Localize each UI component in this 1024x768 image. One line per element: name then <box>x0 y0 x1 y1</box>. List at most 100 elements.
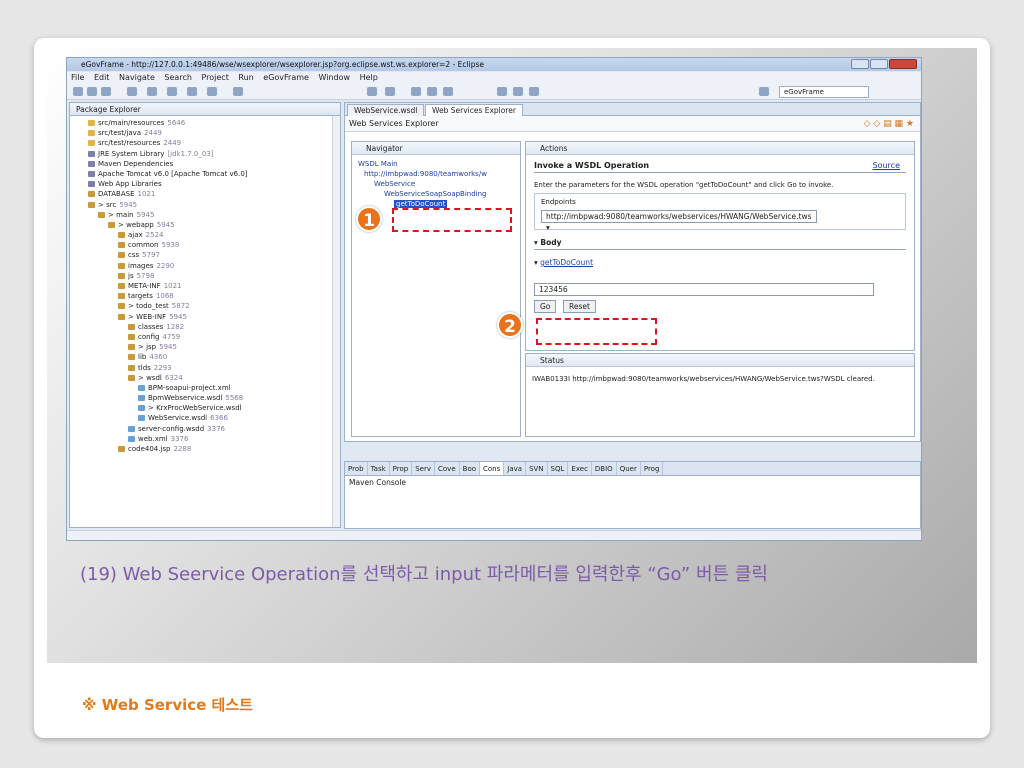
tree-item-label: js <box>128 271 134 280</box>
tree-item[interactable]: images 2290 <box>70 261 340 271</box>
view-tab-svn[interactable]: SVN <box>526 462 548 475</box>
menu-window[interactable]: Window <box>319 73 351 82</box>
search-icon[interactable] <box>233 87 243 96</box>
tree-item[interactable]: js 5798 <box>70 271 340 281</box>
tree-item[interactable]: config 4759 <box>70 332 340 342</box>
endpoint-select[interactable]: http://imbpwad:9080/teamworks/webservice… <box>541 210 817 232</box>
operation-link[interactable]: getToDoCount <box>540 258 593 267</box>
view-tab-task[interactable]: Task <box>368 462 390 475</box>
tree-item[interactable]: Apache Tomcat v6.0 [Apache Tomcat v6.0] <box>70 169 340 179</box>
tree-item[interactable]: JRE System Library [jdk1.7.0_03] <box>70 149 340 159</box>
navigator-item[interactable]: WSDL Main <box>352 159 520 169</box>
pen-icon[interactable] <box>443 87 453 96</box>
view-tab-prog[interactable]: Prog <box>641 462 664 475</box>
tree-item[interactable]: META-INF 1021 <box>70 281 340 291</box>
menu-edit[interactable]: Edit <box>94 73 110 82</box>
view-tab-dbio[interactable]: DBIO <box>592 462 617 475</box>
view-tab-prob[interactable]: Prob <box>345 462 368 475</box>
body-section[interactable]: ▾ Body <box>534 238 906 250</box>
run-icon[interactable] <box>147 87 157 96</box>
wse-toolbar-icons[interactable]: ◇ ◇ ▤ ▦ ★ <box>864 116 914 132</box>
tree-item[interactable]: BPM-soapui-project.xml <box>70 383 340 393</box>
param-input[interactable]: 123456 <box>534 283 874 296</box>
folder-icon[interactable] <box>411 87 421 96</box>
view-tab-serv[interactable]: Serv <box>412 462 436 475</box>
tree-item[interactable]: > KrxProcWebService.wsdl <box>70 403 340 413</box>
tab-webservice-wsdl[interactable]: WebService.wsdl <box>347 104 425 116</box>
nav-forward-icon[interactable] <box>513 87 523 96</box>
view-tab-sql[interactable]: SQL <box>548 462 569 475</box>
tree-item[interactable]: > todo_test 5872 <box>70 301 340 311</box>
tree-item[interactable]: src/main/resources 5646 <box>70 118 340 128</box>
tree-item[interactable]: lib 4360 <box>70 352 340 362</box>
package-explorer-tab[interactable]: Package Explorer <box>70 103 340 116</box>
tree-item[interactable]: Maven Dependencies <box>70 159 340 169</box>
perspective-switcher[interactable]: eGovFrame <box>779 86 869 98</box>
web-icon[interactable] <box>367 87 377 96</box>
open-perspective-icon[interactable] <box>759 87 769 96</box>
view-tab-cons[interactable]: Cons <box>480 462 505 475</box>
console-area: Prob Task Prop Serv Cove Boo Cons Java SVN SQL Exe… <box>344 461 921 529</box>
menu-project[interactable]: Project <box>201 73 228 82</box>
folder-icon <box>118 262 125 269</box>
menu-navigate[interactable]: Navigate <box>119 73 155 82</box>
navigator-item[interactable]: http://imbpwad:9080/teamworks/w <box>352 169 520 179</box>
debug-icon[interactable] <box>127 87 137 96</box>
view-tab-exec[interactable]: Exec <box>568 462 592 475</box>
close-button[interactable] <box>889 59 917 69</box>
menu-run[interactable]: Run <box>238 73 253 82</box>
tree-item[interactable]: code404.jsp 2288 <box>70 444 340 454</box>
globe-icon[interactable] <box>385 87 395 96</box>
view-tab-quer[interactable]: Quer <box>617 462 641 475</box>
tree-item-label: src/main/resources <box>98 119 165 127</box>
tool-icon[interactable] <box>207 87 217 96</box>
tree-item[interactable]: > wsdl 6324 <box>70 373 340 383</box>
view-tab-boo[interactable]: Boo <box>460 462 481 475</box>
tree-item[interactable]: css 5797 <box>70 250 340 260</box>
menu-help[interactable]: Help <box>360 73 378 82</box>
new-icon[interactable] <box>73 87 83 96</box>
wizard-icon[interactable] <box>187 87 197 96</box>
reset-button[interactable]: Reset <box>562 300 596 313</box>
view-tab-cove[interactable]: Cove <box>435 462 460 475</box>
maximize-button[interactable] <box>870 59 888 69</box>
tree-item[interactable]: src/test/java 2449 <box>70 128 340 138</box>
tree-item[interactable]: server-config.wsdd 3376 <box>70 424 340 434</box>
menu-egovframe[interactable]: eGovFrame <box>263 73 309 82</box>
tree-item[interactable]: common 5938 <box>70 240 340 250</box>
nav-back-icon[interactable] <box>497 87 507 96</box>
print-icon[interactable] <box>101 87 111 96</box>
tree-item[interactable]: DATABASE 1021 <box>70 189 340 199</box>
tree-item[interactable]: classes 1282 <box>70 322 340 332</box>
tree-item[interactable]: > main 5945 <box>70 210 340 220</box>
tree-item[interactable]: ajax 2524 <box>70 230 340 240</box>
tree-item[interactable]: > src 5945 <box>70 200 340 210</box>
tree-item[interactable]: src/test/resources 2449 <box>70 138 340 148</box>
tree-item[interactable]: WebService.wsdl 6366 <box>70 413 340 423</box>
minimize-button[interactable] <box>851 59 869 69</box>
nav-up-icon[interactable] <box>529 87 539 96</box>
menu-file[interactable]: File <box>71 73 84 82</box>
package-scrollbar[interactable] <box>332 116 340 527</box>
go-button[interactable]: Go <box>534 300 557 313</box>
tree-item[interactable]: > jsp 5945 <box>70 342 340 352</box>
menu-search[interactable]: Search <box>164 73 191 82</box>
save-icon[interactable] <box>87 87 97 96</box>
tree-item[interactable]: > WEB-INF 5945 <box>70 312 340 322</box>
tree-item[interactable]: > webapp 5945 <box>70 220 340 230</box>
tree-item[interactable]: Web App Libraries <box>70 179 340 189</box>
server-icon[interactable] <box>167 87 177 96</box>
view-tab-java[interactable]: Java <box>504 462 527 475</box>
view-tab-prop[interactable]: Prop <box>390 462 413 475</box>
open-icon[interactable] <box>427 87 437 96</box>
tree-item[interactable]: tlds 2293 <box>70 363 340 373</box>
tree-item-revision: 3376 <box>207 424 225 433</box>
source-link[interactable]: Source <box>873 159 900 173</box>
tree-item[interactable]: web.xml 3376 <box>70 434 340 444</box>
folder-icon <box>128 333 135 340</box>
navigator-item[interactable]: WebServiceSoapSoapBinding <box>352 189 520 199</box>
navigator-item[interactable]: WebService <box>352 179 520 189</box>
tab-web-services-explorer[interactable]: Web Services Explorer <box>425 104 523 116</box>
tree-item[interactable]: BpmWebservice.wsdl 5568 <box>70 393 340 403</box>
tree-item[interactable]: targets 1068 <box>70 291 340 301</box>
